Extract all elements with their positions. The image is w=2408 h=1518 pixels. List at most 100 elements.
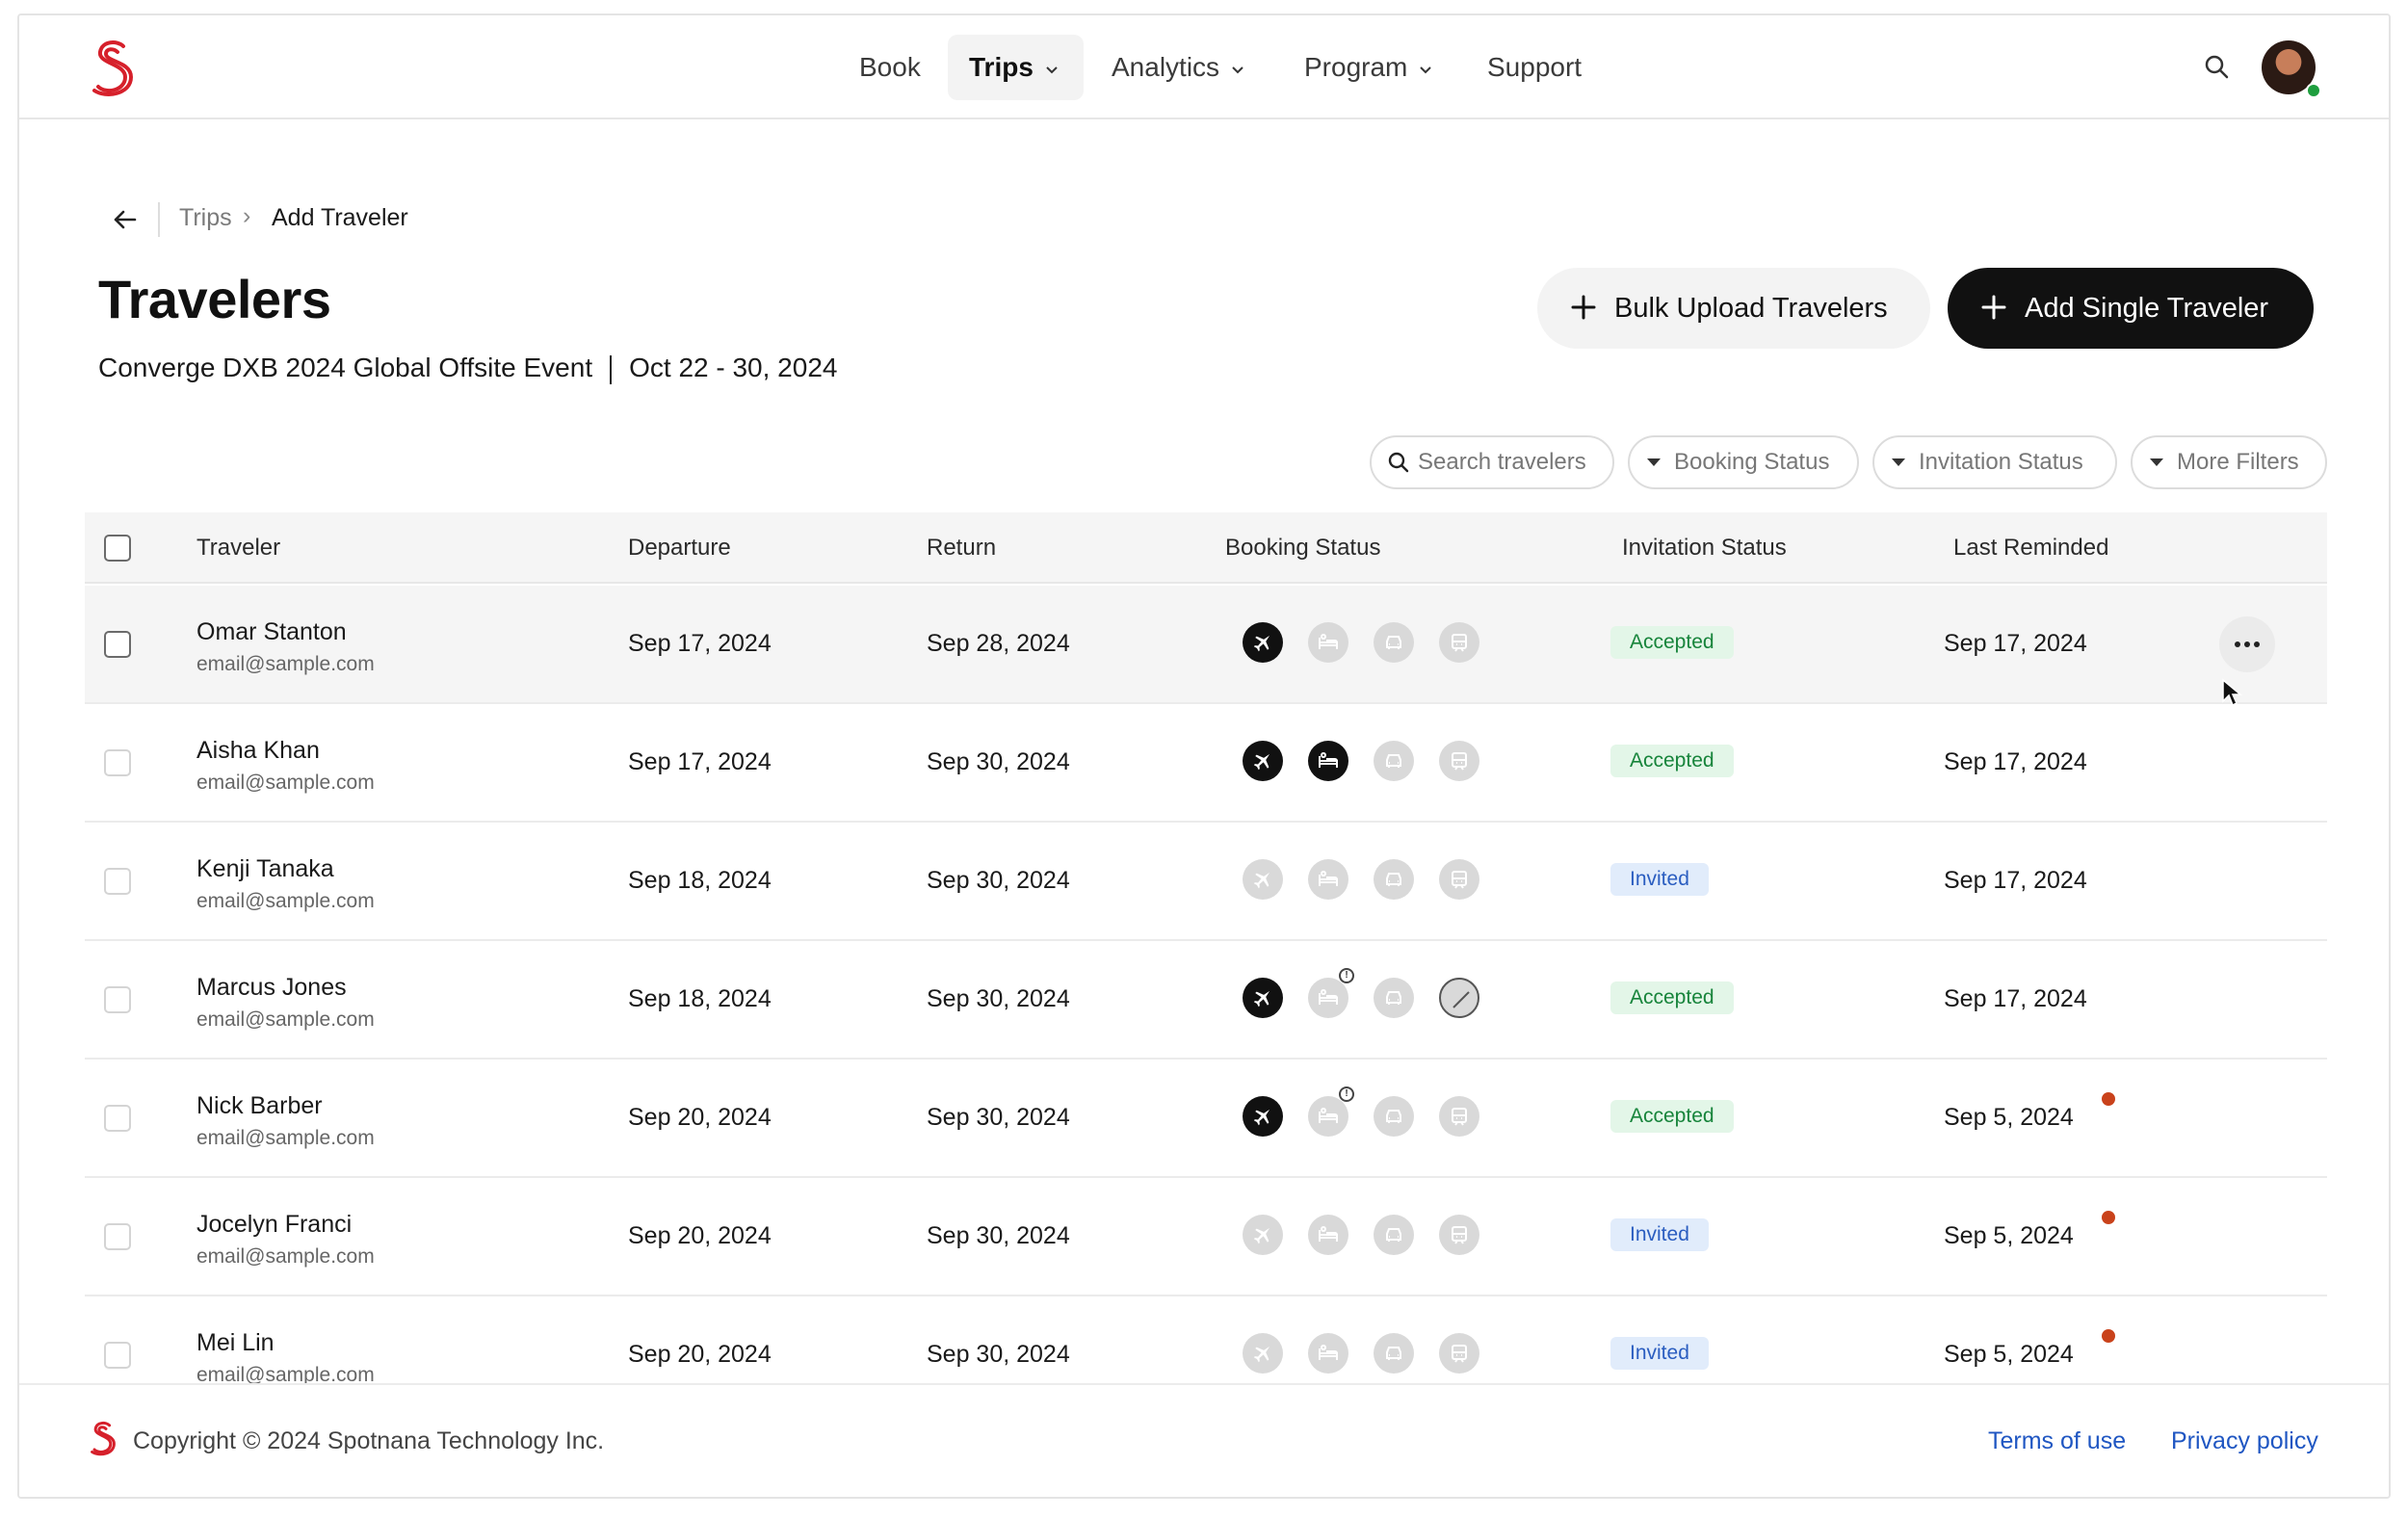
privacy-policy-link[interactable]: Privacy policy: [2171, 1427, 2318, 1455]
nav-item-book[interactable]: Book: [838, 35, 942, 100]
back-arrow-icon[interactable]: [108, 202, 143, 237]
column-header-invitation-status[interactable]: Invitation Status: [1622, 512, 1787, 584]
nav-item-analytics[interactable]: Analytics: [1090, 35, 1269, 100]
nav-item-trips[interactable]: Trips: [948, 35, 1084, 100]
table-row[interactable]: Jocelyn Franci email@sample.com Sep 20, 20…: [85, 1178, 2327, 1296]
column-header-last-reminded[interactable]: Last Reminded: [1953, 512, 2108, 584]
booking-rail-status[interactable]: [1439, 741, 1479, 781]
button-label: Bulk Upload Travelers: [1614, 293, 1888, 324]
traveler-email: email@sample.com: [196, 1008, 375, 1031]
last-reminded-date: Sep 5, 2024: [1944, 1222, 2074, 1249]
car-icon: [1386, 754, 1401, 768]
page-footer: Copyright © 2024 Spotnana Technology Inc…: [19, 1383, 2389, 1497]
booking-hotel-status[interactable]: [1308, 1215, 1348, 1255]
booking-rail-status[interactable]: [1439, 1333, 1479, 1374]
booking-car-status[interactable]: [1374, 1333, 1414, 1374]
booking-rail-status[interactable]: [1439, 978, 1479, 1018]
booking-hotel-status[interactable]: [1308, 622, 1348, 663]
booking-car-status[interactable]: [1374, 859, 1414, 900]
row-checkbox[interactable]: [104, 1342, 131, 1369]
more-filters-button[interactable]: More Filters: [2131, 435, 2327, 489]
app-window: Book Trips Analytics Program Support Tri…: [17, 13, 2391, 1499]
table-row[interactable]: Marcus Jones email@sample.com Sep 18, 2024…: [85, 941, 2327, 1060]
hotel-icon: [1319, 1226, 1338, 1242]
terms-of-use-link[interactable]: Terms of use: [1988, 1427, 2126, 1455]
booking-car-status[interactable]: [1374, 622, 1414, 663]
rail-icon: [1452, 1226, 1467, 1244]
booking-car-status[interactable]: [1374, 1215, 1414, 1255]
column-header-traveler[interactable]: Traveler: [196, 512, 280, 584]
breadcrumb-trips-link[interactable]: Trips: [179, 204, 232, 232]
traveler-name[interactable]: Marcus Jones: [196, 974, 347, 1002]
invitation-status-badge: Accepted: [1610, 1100, 1734, 1133]
row-checkbox[interactable]: [104, 868, 131, 895]
booking-hotel-status[interactable]: [1308, 859, 1348, 900]
booking-car-status[interactable]: [1374, 978, 1414, 1018]
nav-item-program[interactable]: Program: [1283, 35, 1457, 100]
booking-hotel-status[interactable]: [1308, 741, 1348, 781]
traveler-name[interactable]: Nick Barber: [196, 1092, 323, 1120]
booking-rail-status[interactable]: [1439, 1096, 1479, 1137]
booking-hotel-status[interactable]: [1308, 1333, 1348, 1374]
table-row[interactable]: Kenji Tanaka email@sample.com Sep 18, 2024…: [85, 823, 2327, 941]
invitation-status-filter[interactable]: Invitation Status: [1872, 435, 2117, 489]
plus-icon: [1571, 295, 1596, 320]
booking-flight-status[interactable]: [1243, 859, 1283, 900]
booking-hotel-status[interactable]: !: [1308, 968, 1354, 1018]
spotnana-logo-icon: [91, 1421, 116, 1456]
booking-flight-status[interactable]: [1243, 622, 1283, 663]
traveler-name[interactable]: Jocelyn Franci: [196, 1211, 352, 1239]
return-date: Sep 30, 2024: [927, 748, 1070, 775]
booking-flight-status[interactable]: [1243, 741, 1283, 781]
booking-hotel-status[interactable]: !: [1308, 1086, 1354, 1137]
breadcrumb-divider: [158, 202, 160, 237]
booking-flight-status[interactable]: [1243, 1096, 1283, 1137]
booking-flight-status[interactable]: [1243, 1333, 1283, 1374]
select-all-checkbox[interactable]: [104, 535, 131, 562]
return-date: Sep 30, 2024: [927, 867, 1070, 894]
traveler-name[interactable]: Mei Lin: [196, 1329, 275, 1357]
return-date: Sep 30, 2024: [927, 985, 1070, 1012]
traveler-name[interactable]: Omar Stanton: [196, 618, 347, 646]
table-row[interactable]: Nick Barber email@sample.com Sep 20, 2024 S…: [85, 1060, 2327, 1178]
table-row[interactable]: Omar Stanton email@sample.com Sep 17, 2024…: [85, 586, 2327, 704]
bulk-upload-travelers-button[interactable]: Bulk Upload Travelers: [1537, 268, 1930, 349]
booking-rail-status[interactable]: [1439, 859, 1479, 900]
booking-rail-status[interactable]: [1439, 622, 1479, 663]
search-icon[interactable]: [2198, 48, 2237, 87]
row-checkbox[interactable]: [104, 1223, 131, 1250]
traveler-name[interactable]: Aisha Khan: [196, 737, 320, 765]
column-header-return[interactable]: Return: [927, 512, 996, 584]
car-icon: [1386, 1110, 1401, 1123]
hotel-icon: [1319, 871, 1338, 886]
nav-item-support[interactable]: Support: [1466, 35, 1603, 100]
last-reminded-date: Sep 5, 2024: [1944, 1104, 2074, 1131]
traveler-name[interactable]: Kenji Tanaka: [196, 855, 334, 883]
booking-flight-status[interactable]: [1243, 978, 1283, 1018]
booking-car-status[interactable]: [1374, 1096, 1414, 1137]
booking-flight-status[interactable]: [1243, 1215, 1283, 1255]
departure-date: Sep 20, 2024: [628, 1222, 772, 1249]
column-header-booking-status[interactable]: Booking Status: [1225, 512, 1380, 584]
row-checkbox[interactable]: [104, 1105, 131, 1132]
column-header-departure[interactable]: Departure: [628, 512, 731, 584]
reminder-indicator-dot: [2102, 1211, 2115, 1224]
table-row[interactable]: Aisha Khan email@sample.com Sep 17, 2024 Se…: [85, 704, 2327, 823]
row-checkbox[interactable]: [104, 986, 131, 1013]
row-checkbox[interactable]: [104, 631, 131, 658]
invitation-status-badge: Accepted: [1610, 981, 1734, 1014]
row-more-actions-button[interactable]: [2219, 616, 2275, 672]
row-checkbox[interactable]: [104, 749, 131, 776]
booking-car-status[interactable]: [1374, 741, 1414, 781]
add-single-traveler-button[interactable]: Add Single Traveler: [1948, 268, 2314, 349]
departure-date: Sep 20, 2024: [628, 1104, 772, 1131]
user-avatar[interactable]: [2262, 40, 2321, 98]
reminder-indicator-dot: [2102, 1329, 2115, 1343]
search-travelers-input[interactable]: Search travelers: [1370, 435, 1614, 489]
booking-rail-status[interactable]: [1439, 1215, 1479, 1255]
flight-icon: [1253, 1227, 1270, 1244]
return-date: Sep 30, 2024: [927, 1104, 1070, 1131]
traveler-email: email@sample.com: [196, 772, 375, 794]
booking-status-filter[interactable]: Booking Status: [1628, 435, 1859, 489]
booking-status-icons: [1243, 1333, 1493, 1377]
